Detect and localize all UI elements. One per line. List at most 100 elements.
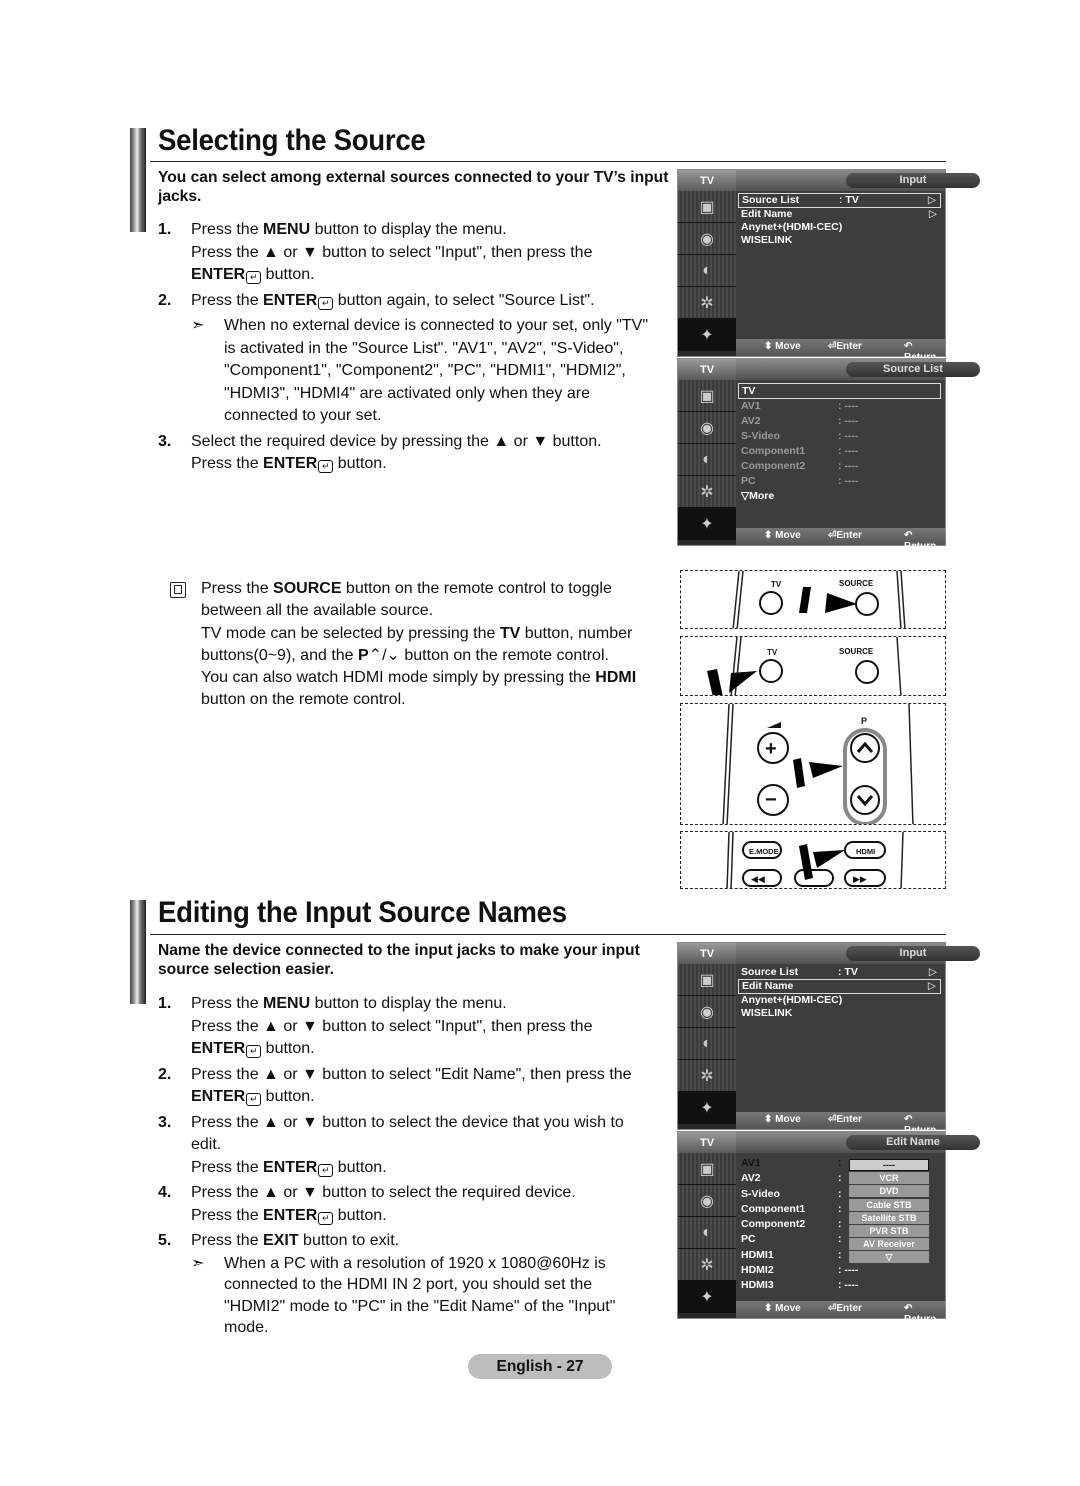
setup-icon[interactable]: ✲ — [678, 476, 736, 508]
remote-tv-drawing: TV SOURCE — [707, 637, 902, 695]
osd-item-value: : ---- — [838, 415, 859, 427]
setup-icon[interactable]: ✲ — [678, 1060, 736, 1092]
input-icon[interactable]: ✦ — [678, 1281, 736, 1313]
sound-icon[interactable]: ◉ — [678, 996, 736, 1028]
step-number: 2. — [158, 1065, 172, 1083]
osd-item-pc[interactable]: PC: ---- — [738, 475, 941, 490]
option-current[interactable]: ---- — [849, 1159, 929, 1171]
input-icon[interactable]: ✦ — [678, 319, 736, 351]
channel-icon[interactable]: ◐ — [678, 1028, 736, 1060]
option-dvd[interactable]: DVD — [849, 1185, 929, 1198]
osd-item-value: : ---- — [838, 460, 859, 472]
enter-hint: ⏎Enter — [828, 1114, 862, 1125]
sound-icon[interactable]: ◉ — [678, 223, 736, 255]
channel-icon[interactable]: ◐ — [678, 444, 736, 476]
sound-icon[interactable]: ◉ — [678, 412, 736, 444]
osd-menu-list: TV AV1: ---- AV2 : ---- S-Video : ---- Com… — [738, 383, 941, 505]
osd-item-wiselink[interactable]: WISELINK — [738, 1007, 941, 1020]
setup-icon[interactable]: ✲ — [678, 1249, 736, 1281]
option-cable-stb[interactable]: Cable STB — [849, 1198, 929, 1211]
remote-source-label: SOURCE — [839, 579, 874, 588]
memo-icon — [170, 582, 186, 598]
osd-tv-label: TV — [678, 359, 736, 380]
osd-item-edit-name[interactable]: Edit Name ▷ — [738, 979, 941, 994]
osd-help-bar: ⬍ Move ⏎Enter ↶ Return — [736, 528, 945, 552]
osd-item-value: : — [838, 1218, 842, 1231]
svg-text:SOURCE: SOURCE — [839, 647, 874, 656]
picture-icon[interactable]: ▣ — [678, 191, 736, 223]
page-number: English - 27 — [468, 1354, 612, 1379]
osd-item-component1[interactable]: Component1: ---- — [738, 445, 941, 460]
step-text: Press the — [191, 455, 264, 472]
osd-item-value: : ---- — [838, 475, 859, 487]
step-text: Press the — [191, 221, 264, 238]
picture-icon[interactable]: ▣ — [678, 380, 736, 412]
enter-icon: ↵ — [246, 1045, 262, 1058]
section-intro: You can select among external sources co… — [158, 169, 669, 205]
option-satellite-stb[interactable]: Satellite STB — [849, 1211, 929, 1224]
input-icon[interactable]: ✦ — [678, 1092, 736, 1124]
scroll-down-icon[interactable]: ▽ — [849, 1251, 929, 1264]
tip-note: Press the SOURCE button on the remote co… — [170, 578, 670, 712]
option-av-receiver[interactable]: AV Receiver — [849, 1238, 929, 1251]
menu-keyword: MENU — [263, 221, 311, 238]
osd-item-tv[interactable]: TV — [738, 383, 941, 399]
channel-icon[interactable]: ◐ — [678, 1217, 736, 1249]
osd-item-av1[interactable]: AV1: ---- — [738, 400, 941, 415]
step-text: button. — [261, 1088, 315, 1105]
osd-item-label: Anynet+(HDMI-CEC) — [741, 221, 843, 233]
osd-category-icons: ▣ ◉ ◐ ✲ ✦ — [678, 1153, 736, 1318]
section-rule — [150, 934, 946, 935]
step-1: 1. Press the MENU button to display the … — [158, 219, 658, 287]
sound-icon[interactable]: ◉ — [678, 1185, 736, 1217]
submenu-arrow-icon: ▷ — [928, 966, 937, 978]
osd-input-menu-edit: TV Input ▣ ◉ ◐ ✲ ✦ Source List: TV ▷ Edit Nam… — [677, 942, 980, 1136]
osd-item-label: AV1 — [741, 1157, 761, 1169]
osd-item-hdmi3[interactable]: HDMI3: ---- — [738, 1279, 941, 1294]
step-number: 4. — [158, 1184, 172, 1201]
osd-item-edit-name[interactable]: Edit Name ▷ — [738, 208, 941, 221]
osd-topbar: Source List — [736, 359, 980, 380]
source-keyword: SOURCE — [273, 580, 342, 597]
picture-icon[interactable]: ▣ — [678, 1153, 736, 1185]
osd-item-more[interactable]: ▽More — [738, 490, 941, 505]
enter-keyword: ENTER — [191, 1040, 246, 1057]
picture-icon[interactable]: ▣ — [678, 964, 736, 996]
osd-item-anynet[interactable]: Anynet+(HDMI-CEC) — [738, 994, 941, 1007]
channel-icon[interactable]: ◐ — [678, 255, 736, 287]
tv-button-icon — [759, 591, 783, 615]
input-icon[interactable]: ✦ — [678, 508, 736, 540]
osd-help-bar: ⬍ Move ⏎Enter ↶ Return — [736, 1112, 945, 1136]
osd-item-source-list[interactable]: Source List : TV ▷ — [738, 966, 941, 979]
osd-item-label: S-Video — [741, 430, 780, 442]
step-text: Press the — [191, 1158, 264, 1176]
setup-icon[interactable]: ✲ — [678, 287, 736, 319]
channel-down-icon — [850, 785, 880, 815]
osd-item-value: : ---- — [838, 430, 859, 442]
name-options-dropdown[interactable]: ---- VCR DVD Cable STB Satellite STB PVR… — [849, 1159, 929, 1265]
osd-item-value: : TV — [839, 194, 859, 206]
osd-tv-label: TV — [678, 170, 736, 191]
osd-item-anynet[interactable]: Anynet+(HDMI-CEC) — [738, 221, 941, 234]
tip-text: You can also watch HDMI mode simply by p… — [201, 669, 596, 687]
osd-item-value: : ---- — [838, 1279, 859, 1292]
enter-icon: ↵ — [318, 1163, 334, 1177]
osd-item-svideo[interactable]: S-Video : ---- — [738, 430, 941, 445]
osd-item-label: AV2 — [741, 415, 761, 427]
osd-item-hdmi2[interactable]: HDMI2: ---- — [738, 1264, 941, 1279]
note-arrow-icon: ➣ — [191, 1254, 205, 1272]
step-text: Press the ▲ or ▼ button to select "Input… — [191, 243, 593, 261]
osd-item-wiselink[interactable]: WISELINK — [738, 234, 941, 247]
osd-category-icons: ▣ ◉ ◐ ✲ ✦ — [678, 191, 736, 356]
hdmi-keyword: HDMI — [595, 669, 637, 687]
osd-item-av2[interactable]: AV2 : ---- — [738, 415, 941, 430]
osd-item-component2[interactable]: Component2: ---- — [738, 460, 941, 475]
option-vcr[interactable]: VCR — [849, 1172, 929, 1185]
remote-hdmi-drawing: E.MODE HDMI ◀◀ ▶▶ — [726, 832, 904, 888]
osd-item-source-list[interactable]: Source List: TV ▷ — [738, 193, 941, 208]
osd-topbar: Input — [736, 170, 980, 191]
osd-item-label: Source List — [741, 966, 799, 978]
osd-item-value: : TV — [838, 966, 858, 978]
osd-title: Edit Name — [846, 1135, 980, 1150]
option-pvr-stb[interactable]: PVR STB — [849, 1224, 929, 1237]
